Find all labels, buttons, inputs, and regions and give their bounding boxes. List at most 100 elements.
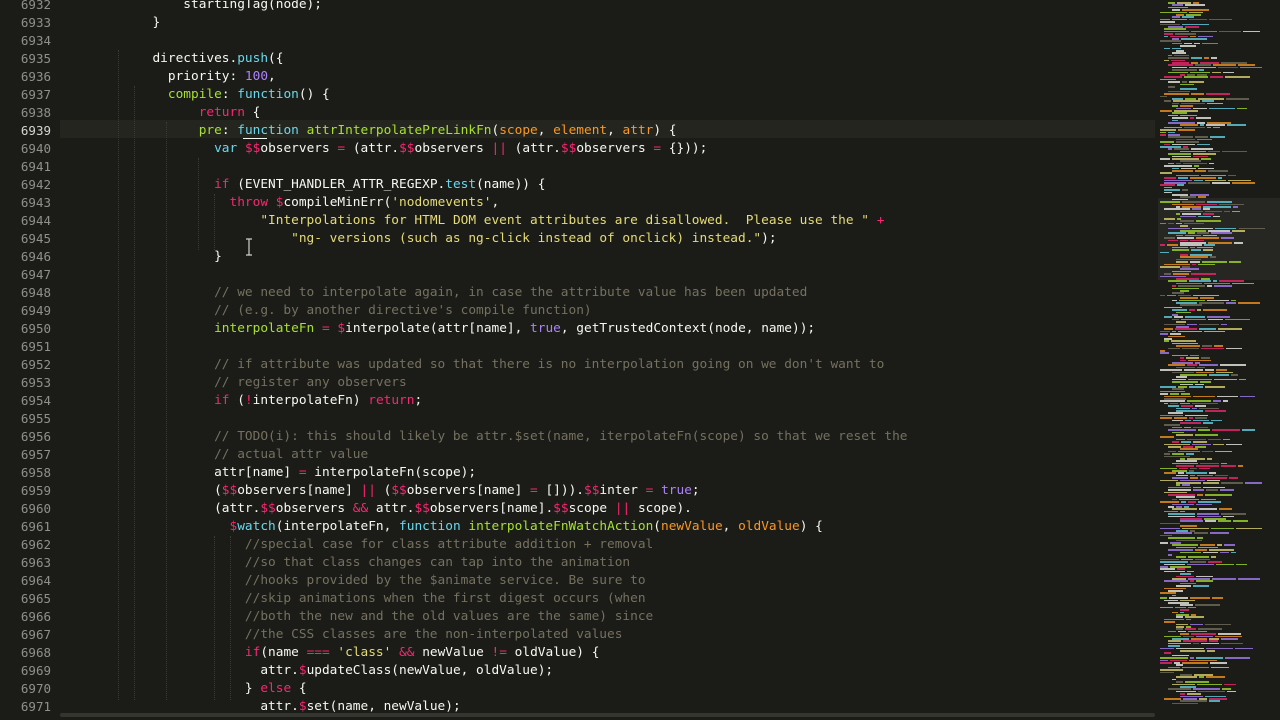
code-line[interactable]: // we need to interpolate again, in case…: [60, 284, 807, 302]
code-line[interactable]: } else {: [60, 680, 307, 698]
minimap-line: [1168, 494, 1196, 496]
line-number[interactable]: 6934: [0, 32, 51, 50]
minimap-line: [1180, 239, 1189, 242]
code-line[interactable]: }: [60, 248, 222, 266]
line-number[interactable]: 6937: [0, 86, 51, 104]
line-number[interactable]: 6970: [0, 680, 51, 698]
line-number[interactable]: 6965: [0, 590, 51, 608]
minimap-line: [1184, 506, 1189, 508]
code-line[interactable]: "ng- versions (such as ng-click instead …: [60, 230, 776, 248]
minimap-line: [1170, 59, 1186, 62]
minimap-line: [1179, 479, 1205, 482]
line-number[interactable]: 6954: [0, 392, 51, 410]
line-number[interactable]: 6968: [0, 644, 51, 662]
horizontal-scrollbar-thumb[interactable]: [60, 713, 1155, 717]
line-number[interactable]: 6940: [0, 140, 51, 158]
code-token: ) {: [653, 123, 677, 138]
code-line[interactable]: // register any observers: [60, 374, 407, 392]
code-line[interactable]: }: [60, 14, 160, 32]
code-line[interactable]: if (EVENT_HANDLER_ATTR_REGEXP.test(name)…: [60, 176, 545, 194]
line-number[interactable]: 6971: [0, 698, 51, 716]
code-line[interactable]: //hooks provided by the $animate service…: [60, 572, 646, 590]
line-number[interactable]: 6935: [0, 50, 51, 68]
line-number[interactable]: 6942: [0, 176, 51, 194]
line-number[interactable]: 6932: [0, 0, 51, 14]
line-number[interactable]: 6962: [0, 536, 51, 554]
minimap-line: [1184, 4, 1205, 6]
line-number[interactable]: 6961: [0, 518, 51, 536]
line-number[interactable]: 6969: [0, 662, 51, 680]
minimap-line: [1212, 429, 1241, 431]
line-number[interactable]: 6964: [0, 572, 51, 590]
minimap-line: [1225, 347, 1242, 350]
code-line[interactable]: //special case for class attribute addit…: [60, 536, 653, 554]
line-number[interactable]: 6951: [0, 338, 51, 356]
code-line[interactable]: // TODO(i): this should likely be attr.$…: [60, 428, 907, 446]
horizontal-scrollbar[interactable]: [60, 711, 1155, 719]
line-number[interactable]: 6939: [0, 122, 51, 140]
code-line[interactable]: var $$observers = (attr.$$observers || (…: [60, 140, 707, 158]
code-line[interactable]: attr[name] = interpolateFn(scope);: [60, 464, 476, 482]
code-line[interactable]: compile: function() {: [60, 86, 330, 104]
code-line[interactable]: // actual attr value: [60, 446, 368, 464]
line-number[interactable]: 6952: [0, 356, 51, 374]
code-line[interactable]: //skip animations when the first digest …: [60, 590, 646, 608]
code-line[interactable]: if(name === 'class' && newValue != oldVa…: [60, 644, 600, 662]
line-number[interactable]: 6933: [0, 14, 51, 32]
line-number[interactable]: 6956: [0, 428, 51, 446]
minimap-line: [1198, 546, 1219, 549]
minimap-line: [1196, 465, 1220, 467]
code-line[interactable]: pre: function attrInterpolatePreLinkFn(s…: [60, 122, 677, 140]
code-line[interactable]: //the CSS classes are the non-interpolat…: [60, 626, 623, 644]
code-line[interactable]: return {: [60, 104, 261, 122]
code-line[interactable]: directives.push({: [60, 50, 283, 68]
code-line[interactable]: ($$observers[name] || ($$observers[name]…: [60, 482, 700, 500]
line-number[interactable]: 6938: [0, 104, 51, 122]
line-number[interactable]: 6941: [0, 158, 51, 176]
line-number[interactable]: 6967: [0, 626, 51, 644]
code-editor[interactable]: 6932 6933 6934 6935 6936 6937 6938 6939 6940 6941…: [0, 0, 1280, 720]
minimap-line: [1176, 626, 1185, 628]
line-number[interactable]: 6948: [0, 284, 51, 302]
line-number-gutter[interactable]: 6932 6933 6934 6935 6936 6937 6938 6939 6940 6941…: [0, 0, 60, 720]
line-number[interactable]: 6945: [0, 230, 51, 248]
code-line[interactable]: // (e.g. by another directive's compile …: [60, 302, 592, 320]
line-number[interactable]: 6966: [0, 608, 51, 626]
code-text-area[interactable]: startingTag(node); } directives.push({ p…: [60, 0, 1155, 720]
code-line[interactable]: priority: 100,: [60, 68, 276, 86]
code-line[interactable]: interpolateFn = $interpolate(attr[name],…: [60, 320, 815, 338]
line-number[interactable]: 6946: [0, 248, 51, 266]
code-line[interactable]: //so that class changes can tap into the…: [60, 554, 630, 572]
line-number[interactable]: 6959: [0, 482, 51, 500]
line-number[interactable]: 6963: [0, 554, 51, 572]
code-line[interactable]: //both the new and the old values are th…: [60, 608, 653, 626]
line-number[interactable]: 6958: [0, 464, 51, 482]
minimap-line: [1160, 522, 1180, 525]
code-line[interactable]: "Interpolations for HTML DOM event attri…: [60, 212, 884, 230]
minimap-line: [1172, 194, 1189, 196]
minimap-line: [1164, 338, 1172, 340]
minimap-line: [1172, 362, 1194, 364]
line-number[interactable]: 6950: [0, 320, 51, 338]
line-number[interactable]: 6936: [0, 68, 51, 86]
code-line[interactable]: if (!interpolateFn) return;: [60, 392, 422, 410]
minimap[interactable]: [1155, 0, 1280, 720]
line-number[interactable]: 6955: [0, 410, 51, 428]
line-number[interactable]: 6960: [0, 500, 51, 518]
minimap-line: [1173, 662, 1181, 664]
line-number[interactable]: 6957: [0, 446, 51, 464]
minimap-line: [1193, 2, 1200, 4]
code-line[interactable]: // if attribute was updated so that ther…: [60, 356, 884, 374]
line-number[interactable]: 6944: [0, 212, 51, 230]
line-number[interactable]: 6947: [0, 266, 51, 284]
code-line[interactable]: $watch(interpolateFn, function interpola…: [60, 518, 823, 536]
line-number[interactable]: 6943: [0, 194, 51, 212]
code-line[interactable]: throw $compileMinErr('nodomevents',: [60, 194, 500, 212]
minimap-line: [1195, 362, 1200, 364]
code-line[interactable]: startingTag(node);: [60, 0, 322, 14]
line-number[interactable]: 6953: [0, 374, 51, 392]
minimap-line: [1216, 395, 1238, 398]
line-number[interactable]: 6949: [0, 302, 51, 320]
code-line[interactable]: (attr.$$observers && attr.$$observers[na…: [60, 500, 692, 518]
